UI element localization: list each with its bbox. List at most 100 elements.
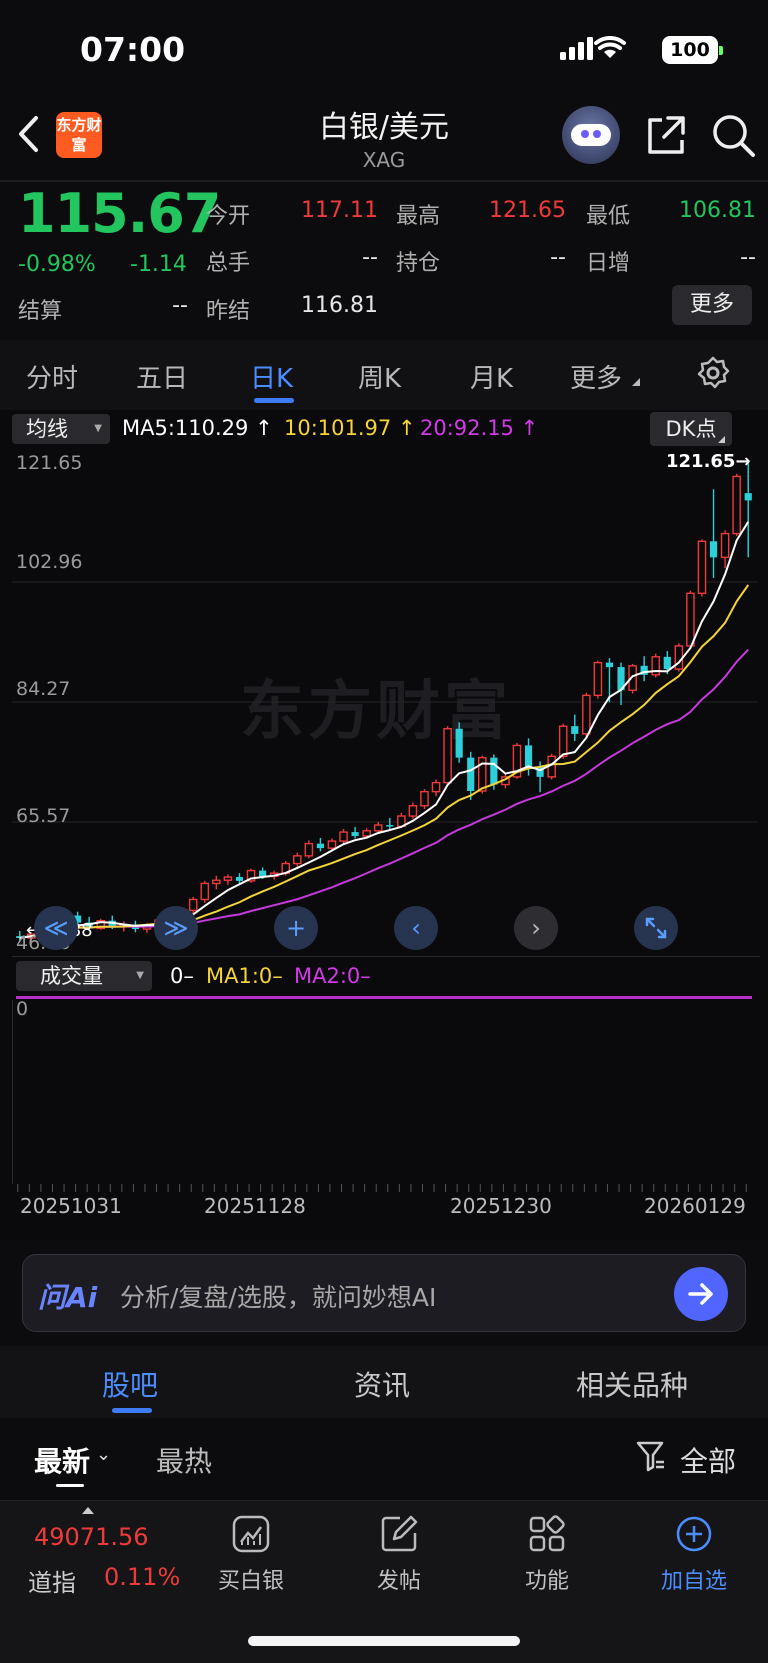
ai-submit-button[interactable] — [674, 1267, 728, 1321]
battery-indicator: 100 — [662, 36, 723, 64]
open-label: 今开 — [206, 204, 251, 229]
ma5-value: MA5:110.29 — [122, 416, 249, 440]
candle-body — [431, 781, 441, 793]
scroll-right-icon[interactable]: › — [514, 906, 558, 950]
candle-body — [373, 824, 383, 832]
x-tick-label: 20251230 — [450, 1194, 552, 1218]
open-value: 117.11 — [301, 198, 378, 223]
grid-icon[interactable] — [528, 1515, 566, 1557]
fullscreen-icon[interactable] — [634, 906, 678, 950]
settings-icon[interactable] — [696, 356, 730, 394]
search-icon[interactable] — [712, 114, 756, 162]
ai-assistant-avatar[interactable] — [562, 106, 620, 164]
candle-body — [663, 656, 671, 670]
volume-axis-zero: 0 — [16, 998, 29, 1020]
y-tick-label: 84.27 — [16, 678, 71, 700]
ma20-line — [19, 648, 749, 940]
candle-body — [558, 725, 568, 758]
candle-body — [362, 830, 371, 837]
x-tick-label: 20251031 — [20, 1194, 122, 1218]
candle-body — [200, 882, 210, 901]
nav-post[interactable]: 发帖 — [349, 1563, 449, 1595]
nav-functions[interactable]: 功能 — [497, 1563, 597, 1595]
chart-period-tabs: 分时 五日 日K 周K 月K 更多 — [0, 340, 768, 410]
tab-daily-k[interactable]: 日K — [250, 358, 293, 395]
filter-hot[interactable]: 最热 — [156, 1440, 212, 1480]
add-indicator-icon[interactable]: + — [274, 906, 318, 950]
tab-more[interactable]: 更多 — [570, 358, 622, 395]
x-tick-label: 20260129 — [644, 1194, 746, 1218]
volume-ma-line — [16, 996, 752, 999]
volume-selector[interactable]: 成交量 — [16, 961, 152, 991]
home-indicator — [248, 1636, 520, 1646]
add-watchlist-icon[interactable] — [675, 1515, 713, 1557]
candle-body — [605, 662, 614, 668]
ma20-legend: 20:92.15 ↑ — [420, 416, 539, 440]
candle-body — [212, 879, 221, 885]
last-price: 115.67 — [18, 182, 221, 245]
daily-increase-label: 日增 — [586, 251, 631, 276]
candle-body — [304, 842, 314, 857]
settle-value: -- — [172, 293, 188, 318]
candle-body — [188, 898, 198, 912]
candle-body — [467, 757, 475, 792]
zoom-in-icon[interactable]: ≫ — [154, 906, 198, 950]
volume-value-legend: 0– — [170, 964, 194, 988]
candle-body — [524, 745, 533, 768]
y-tick-label: 65.57 — [16, 805, 71, 827]
ai-search-input[interactable]: 分析/复盘/选股，就问妙想AI — [120, 1278, 436, 1314]
candle-body — [593, 661, 603, 697]
chevron-down-icon: ⌄ — [96, 1444, 112, 1465]
index-name[interactable]: 道指 — [28, 1563, 76, 1598]
filter-icon[interactable] — [636, 1440, 666, 1476]
tab-news[interactable]: 资讯 — [354, 1364, 410, 1404]
buy-silver-icon[interactable] — [232, 1515, 270, 1557]
candle-body — [420, 790, 429, 807]
volume-value: -- — [362, 245, 378, 270]
position-label: 持仓 — [396, 251, 441, 276]
volume-ma1-legend: MA1:0– — [206, 964, 283, 988]
ma20-value: 20:92.15 — [420, 416, 514, 440]
tab-weekly-k[interactable]: 周K — [358, 358, 401, 395]
section-tabs: 股吧 资讯 相关品种 — [0, 1346, 768, 1418]
settle-label: 结算 — [18, 299, 63, 324]
tab-forum[interactable]: 股吧 — [102, 1364, 158, 1404]
scroll-left-icon[interactable]: ‹ — [394, 906, 438, 950]
x-axis-ticks — [17, 1184, 747, 1192]
signal-icon — [560, 35, 656, 66]
share-icon[interactable] — [646, 114, 686, 160]
ma10-value: 10:101.97 — [284, 416, 392, 440]
change-percent: -0.98% — [18, 252, 96, 277]
filter-latest[interactable]: 最新 — [34, 1440, 90, 1480]
active-section-indicator — [112, 1408, 152, 1413]
index-value[interactable]: 49071.56 — [34, 1523, 149, 1551]
more-quote-button[interactable]: 更多 — [672, 285, 752, 325]
ma5-line — [19, 521, 750, 940]
nav-add-watchlist[interactable]: 加自选 — [644, 1563, 744, 1595]
candle-body — [292, 855, 302, 865]
candle-body — [490, 757, 498, 785]
candle-body — [571, 726, 579, 734]
zoom-out-icon[interactable]: ≪ — [34, 906, 78, 950]
index-change[interactable]: 0.11% — [104, 1563, 180, 1591]
high-value: 121.65 — [489, 198, 566, 223]
low-value: 106.81 — [679, 198, 756, 223]
daily-increase-value: -- — [740, 245, 756, 270]
status-bar: 07:00 100 — [0, 0, 768, 100]
candlestick-chart[interactable] — [0, 448, 768, 948]
ma10-legend: 10:101.97 ↑ — [284, 416, 416, 440]
nav-buy-silver[interactable]: 买白银 — [201, 1563, 301, 1595]
high-label: 最高 — [396, 204, 441, 229]
tab-intraday[interactable]: 分时 — [26, 358, 78, 395]
tab-related[interactable]: 相关品种 — [576, 1364, 688, 1404]
ma-selector[interactable]: 均线 — [12, 414, 110, 444]
volume-axis — [12, 1000, 13, 1184]
tab-five-day[interactable]: 五日 — [136, 358, 188, 395]
candle-body — [732, 475, 741, 535]
active-tab-indicator — [254, 398, 294, 403]
dk-caret-icon — [718, 436, 725, 443]
compose-icon[interactable] — [380, 1515, 418, 1557]
candle-body — [455, 728, 463, 758]
tab-monthly-k[interactable]: 月K — [470, 358, 513, 395]
filter-all[interactable]: 全部 — [680, 1440, 736, 1480]
